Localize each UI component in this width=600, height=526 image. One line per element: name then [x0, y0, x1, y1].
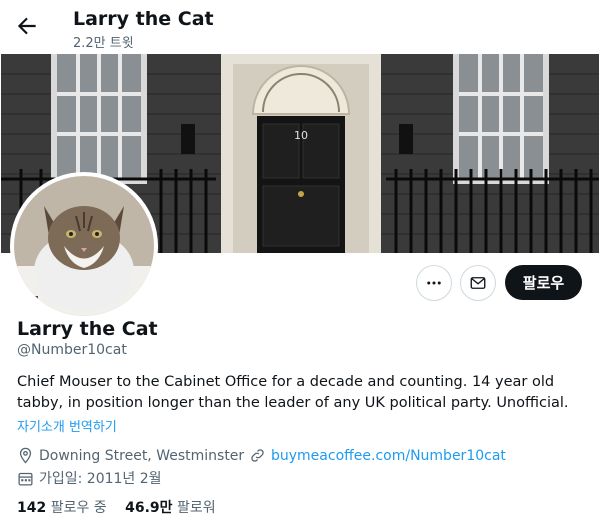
profile-bio: Chief Mouser to the Cabinet Office for a… — [17, 374, 569, 411]
more-dots-icon — [427, 281, 441, 285]
website: buymeacoffee.com/Number10cat — [249, 447, 506, 464]
join-date-text: 가입일: 2011년 2월 — [39, 471, 162, 487]
link-icon — [251, 449, 264, 462]
location-text: Downing Street, Westminster — [39, 447, 245, 464]
calendar-icon — [18, 472, 33, 486]
door-number: 10 — [294, 129, 308, 142]
back-arrow-icon[interactable] — [14, 13, 40, 39]
following-count: 142 — [17, 500, 47, 516]
following-stat[interactable]: 142 팔로우 중 — [17, 500, 107, 516]
following-label: 팔로우 중 — [50, 500, 107, 516]
website-link[interactable]: buymeacoffee.com/Number10cat — [271, 448, 506, 464]
message-button[interactable] — [460, 265, 496, 301]
followers-count: 46.9만 — [125, 500, 173, 516]
followers-stat[interactable]: 46.9만 팔로워 — [125, 500, 216, 516]
follow-button[interactable]: 팔로우 — [505, 265, 582, 300]
followers-label: 팔로워 — [177, 500, 216, 516]
translate-bio-link[interactable]: 자기소개 번역하기 — [17, 416, 117, 435]
profile-handle: @Number10cat — [17, 342, 127, 358]
avatar[interactable] — [14, 176, 154, 316]
page-title: Larry the Cat — [73, 8, 214, 30]
follow-stats: 142 팔로우 중 46.9만 팔로워 — [17, 497, 230, 517]
tweet-count: 2.2만 트윗 — [73, 36, 134, 51]
join-date: 가입일: 2011년 2월 — [17, 468, 162, 488]
location: Downing Street, Westminster — [17, 447, 244, 464]
envelope-icon — [470, 277, 486, 289]
more-options-button[interactable] — [416, 265, 452, 301]
profile-header: Larry the Cat 2.2만 트윗 — [0, 0, 600, 54]
location-pin-icon — [19, 447, 32, 464]
profile-name: Larry the Cat — [17, 318, 158, 340]
